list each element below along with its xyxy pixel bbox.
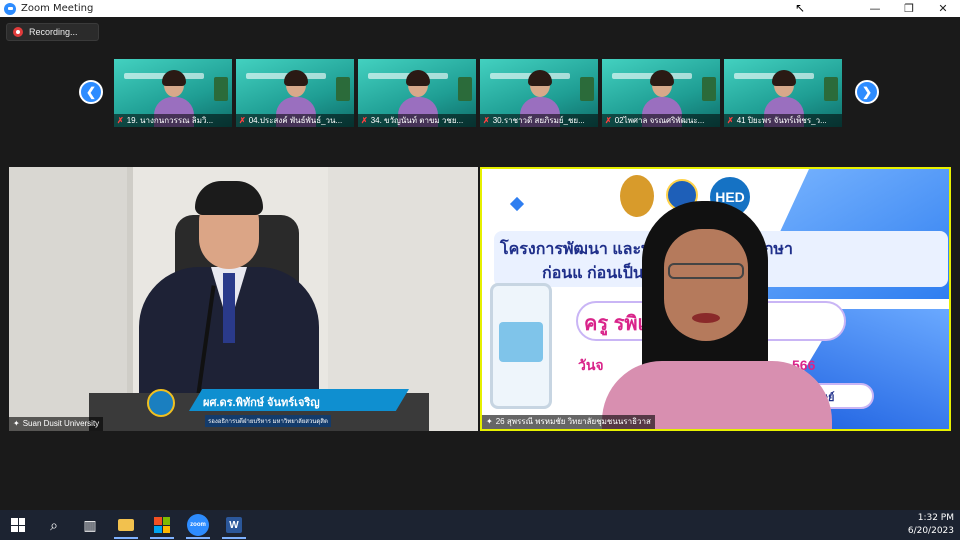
word-app-icon: W — [226, 517, 242, 533]
video-background-seam — [127, 167, 133, 431]
mic-muted-icon: ✗ — [727, 116, 734, 125]
taskbar-clock[interactable]: 1:32 PM 6/20/2023 — [908, 512, 954, 538]
search-button[interactable]: ⌕ — [36, 510, 72, 540]
minimize-button[interactable]: — — [858, 0, 892, 17]
window-title: Zoom Meeting — [21, 3, 94, 14]
word-taskbar-button[interactable]: W — [216, 510, 252, 540]
phone-graphic — [490, 283, 552, 409]
video-tile-left[interactable]: ผศ.ดร.พิทักษ์ จันทร์เจริญ รองอธิการบดีฝ่… — [9, 167, 478, 431]
participant-thumbnail[interactable]: ✗ 41 ปิยะพร จันทร์เพ็ชร_ว... — [724, 59, 842, 127]
app-grid-icon — [154, 517, 170, 533]
participant-name: ✗ 02ไพศาล จรณศริพัฒนะ... — [602, 114, 720, 127]
zoom-app-icon: zoom — [187, 514, 209, 536]
folder-icon — [118, 519, 134, 531]
record-icon — [13, 27, 23, 37]
pin-icon: ✦ — [486, 417, 493, 426]
search-icon: ⌕ — [50, 516, 58, 533]
lower-third-title: ผศ.ดร.พิทักษ์ จันทร์เจริญ — [203, 397, 320, 409]
chevron-left-icon: ❮ — [85, 85, 97, 99]
zoom-logo-icon — [4, 2, 16, 15]
clock-time: 1:32 PM — [917, 513, 954, 523]
mic-muted-icon: ✗ — [605, 116, 612, 125]
diamond-icon — [509, 196, 525, 212]
gallery-strip: ✗ 19. นางกนกวรรณ ลิมวิ... ✗ 04.ประสงค์ พัน… — [114, 59, 842, 127]
windows-taskbar: ⌕ ▥ zoom W 1:32 PM 6/20/2023 — [0, 510, 960, 540]
mouse-cursor-icon: ↖ — [795, 1, 806, 15]
zoom-taskbar-button[interactable]: zoom — [180, 510, 216, 540]
restore-button[interactable]: ❐ — [892, 0, 926, 17]
video-tile-right-active-speaker[interactable]: HED โครงการพัฒนา และบุคลากรทางการศึกษา ก… — [480, 167, 951, 431]
university-seal-icon — [147, 389, 175, 417]
start-button[interactable] — [0, 510, 36, 540]
participant-thumbnail[interactable]: ✗ 30.ราชาวดี สยภิรมย์_ชย... — [480, 59, 598, 127]
task-view-button[interactable]: ▥ — [72, 510, 108, 540]
participant-name: ✗ 04.ประสงค์ พันธ์พันธ์_วน... — [236, 114, 354, 127]
video-background — [9, 167, 127, 431]
gallery-next-button[interactable]: ❯ — [855, 80, 879, 104]
gallery-prev-button[interactable]: ❮ — [79, 80, 103, 104]
task-view-icon: ▥ — [83, 516, 97, 533]
participant-thumbnail[interactable]: ✗ 34. ขวัญนันท์ ตาขม วชย... — [358, 59, 476, 127]
mic-muted-icon: ✗ — [361, 116, 368, 125]
file-explorer-button[interactable] — [108, 510, 144, 540]
speaker-video — [602, 201, 842, 429]
close-button[interactable]: ✕ — [926, 0, 960, 17]
mic-muted-icon: ✗ — [483, 116, 490, 125]
participant-name: ✗ 30.ราชาวดี สยภิรมย์_ชย... — [480, 114, 598, 127]
participant-name: ✗ 41 ปิยะพร จันทร์เพ็ชร_ว... — [724, 114, 842, 127]
participant-thumbnail[interactable]: ✗ 04.ประสงค์ พันธ์พันธ์_วน... — [236, 59, 354, 127]
meeting-stage: Recording... ❮ ❯ ✗ 19. นางกนกวรรณ ลิมวิ..… — [0, 17, 960, 510]
participant-thumbnail[interactable]: ✗ 02ไพศาล จรณศริพัฒนะ... — [602, 59, 720, 127]
mic-muted-icon: ✗ — [239, 116, 246, 125]
window-controls: — ❐ ✕ — [858, 0, 960, 17]
mic-muted-icon: ✗ — [117, 116, 124, 125]
recording-label: Recording... — [29, 27, 78, 37]
recording-indicator[interactable]: Recording... — [6, 23, 99, 41]
windows-logo-icon — [11, 518, 25, 532]
participant-name: ✗ 34. ขวัญนันท์ ตาขม วชย... — [358, 114, 476, 127]
chevron-right-icon: ❯ — [861, 85, 873, 99]
participant-thumbnail[interactable]: ✗ 19. นางกนกวรรณ ลิมวิ... — [114, 59, 232, 127]
store-button[interactable] — [144, 510, 180, 540]
participant-name: ✗ 19. นางกนกวรรณ ลิมวิ... — [114, 114, 232, 127]
lower-third-subtitle: รองอธิการบดีฝ่ายบริหาร มหาวิทยาลัยสวนดุส… — [205, 415, 331, 427]
slide-date-left: วันจ — [578, 357, 604, 373]
participant-name-tag: ✦ Suan Dusit University — [9, 417, 104, 431]
participant-name-tag: ✦ 26 สุพรรณี พรหมชัย วิทยาลัยชุมชนนราธิวา… — [482, 415, 655, 429]
pin-icon: ✦ — [13, 419, 20, 428]
clock-date: 6/20/2023 — [907, 526, 954, 536]
title-bar: Zoom Meeting — ❐ ✕ — [0, 0, 960, 17]
